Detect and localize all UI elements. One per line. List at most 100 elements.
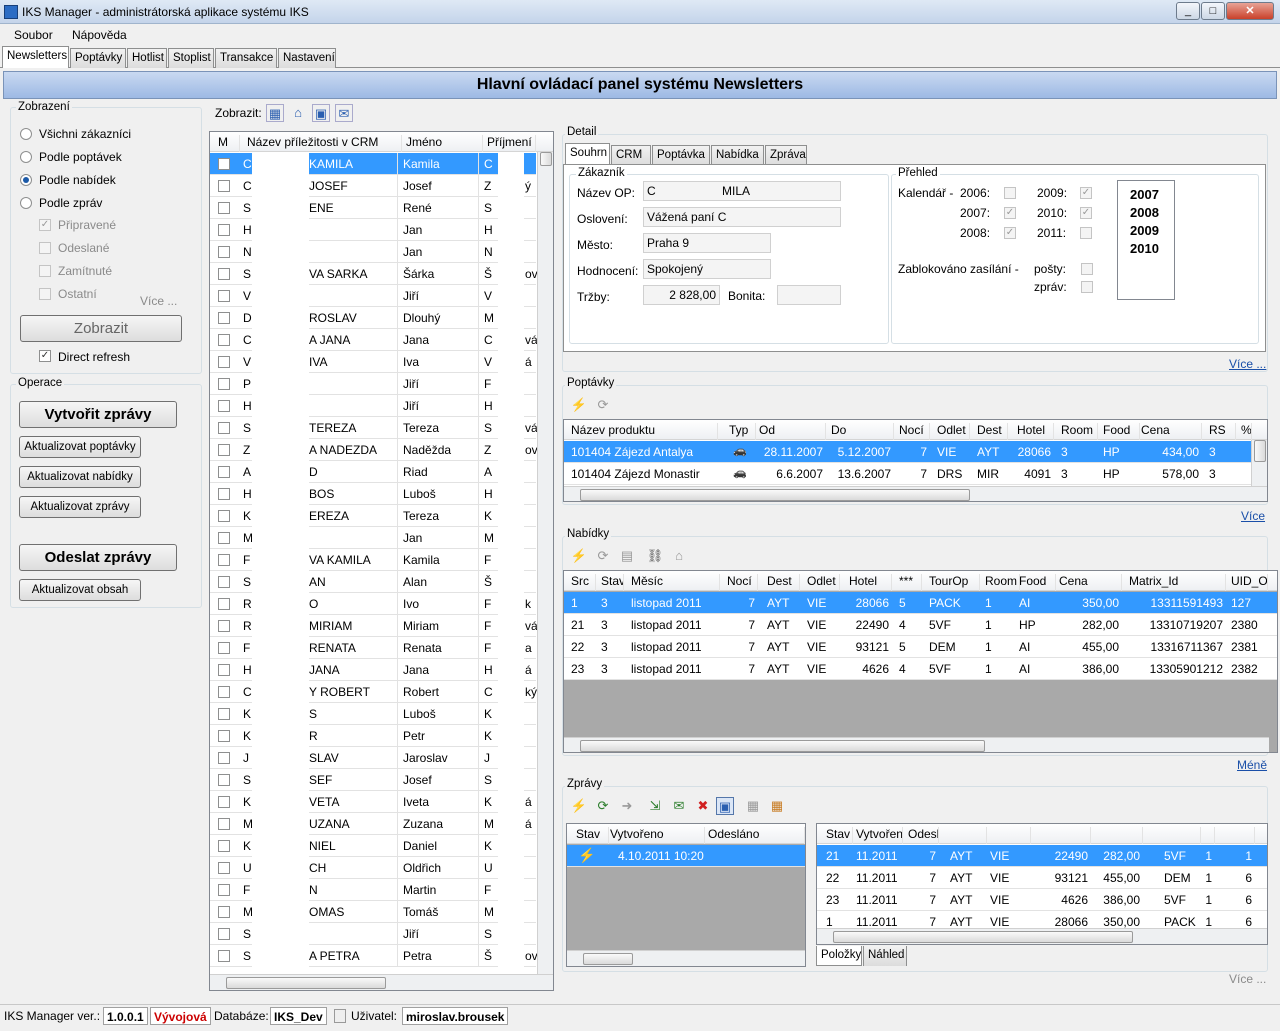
row-checkbox[interactable] bbox=[218, 290, 230, 302]
year-check[interactable] bbox=[1080, 227, 1092, 239]
poptavky-vice-link[interactable]: Více bbox=[1241, 509, 1265, 523]
row-checkbox[interactable] bbox=[218, 752, 230, 764]
row-checkbox[interactable] bbox=[218, 444, 230, 456]
row-checkbox[interactable] bbox=[218, 400, 230, 412]
table-edit-icon[interactable]: ▦ bbox=[768, 797, 786, 815]
col-header[interactable]: Room bbox=[1058, 423, 1098, 440]
radio-podle-poptavek[interactable] bbox=[20, 151, 32, 163]
customers-hscroll[interactable] bbox=[210, 974, 553, 990]
lightning-icon[interactable]: ⚡ bbox=[570, 797, 588, 815]
refresh-icon[interactable]: ⟳ bbox=[594, 797, 612, 815]
subtab-polozky[interactable]: Položky bbox=[816, 946, 862, 966]
row-checkbox[interactable] bbox=[218, 488, 230, 500]
menu-soubor[interactable]: Soubor bbox=[14, 28, 53, 42]
col-header[interactable]: Dest bbox=[974, 423, 1008, 440]
col-header[interactable]: Stav bbox=[823, 827, 853, 844]
customers-grid[interactable]: M Název příležitosti v CRM Jméno Příjmen… bbox=[209, 131, 554, 991]
data-row[interactable]: 101404 Zájezd Monastir 6.6.2007 13.6.2007 7… bbox=[564, 463, 1252, 485]
row-checkbox[interactable] bbox=[218, 642, 230, 654]
col-header[interactable]: Měsíc bbox=[628, 574, 720, 591]
row-checkbox[interactable] bbox=[218, 884, 230, 896]
row-checkbox[interactable] bbox=[218, 202, 230, 214]
nazev-op-field[interactable]: C MILA bbox=[643, 181, 841, 201]
zpravy-grid[interactable]: Stav Vytvořeno Odesláno ⚡ 4.10.2011 10:2… bbox=[566, 823, 806, 967]
send-mail-icon[interactable]: ✉ bbox=[670, 797, 688, 815]
row-checkbox[interactable] bbox=[218, 950, 230, 962]
link-icon[interactable]: ⛓ bbox=[646, 547, 664, 565]
radio-podle-nabidek[interactable] bbox=[20, 174, 32, 186]
building-icon[interactable]: ⌂ bbox=[670, 547, 688, 565]
col-header[interactable] bbox=[1077, 827, 1143, 844]
col-vytvoreno[interactable]: Vytvořeno bbox=[607, 827, 705, 844]
delete-icon[interactable]: ✖ bbox=[694, 797, 712, 815]
refresh-icon[interactable]: ⟳ bbox=[594, 547, 612, 565]
bonita-field[interactable] bbox=[777, 285, 841, 305]
nabidky-grid[interactable]: Src Stav Měsíc Nocí Dest Odlet Hotel *** TourOp R… bbox=[563, 570, 1278, 753]
row-checkbox[interactable] bbox=[218, 510, 230, 522]
year-list-item[interactable]: 2009 bbox=[1130, 223, 1159, 238]
customers-vscroll[interactable] bbox=[537, 152, 553, 976]
row-checkbox[interactable] bbox=[218, 158, 230, 170]
col-header[interactable]: Odlet bbox=[934, 423, 970, 440]
polozky-hscroll[interactable] bbox=[817, 928, 1267, 944]
row-checkbox[interactable] bbox=[218, 224, 230, 236]
row-checkbox[interactable] bbox=[218, 862, 230, 874]
row-checkbox[interactable] bbox=[218, 796, 230, 808]
check-odeslane[interactable] bbox=[39, 242, 51, 254]
year-list-item[interactable]: 2007 bbox=[1130, 187, 1159, 202]
year-check[interactable] bbox=[1004, 187, 1016, 199]
detail-tab-poptavka[interactable]: Poptávka bbox=[652, 145, 710, 165]
zpravy-vice-link[interactable]: Více ... bbox=[1229, 972, 1266, 986]
year-list-item[interactable]: 2008 bbox=[1130, 205, 1159, 220]
col-header[interactable]: Nocí bbox=[896, 423, 930, 440]
row-checkbox[interactable] bbox=[218, 532, 230, 544]
refresh-icon[interactable]: ⟳ bbox=[594, 396, 612, 414]
mesto-field[interactable]: Praha 9 bbox=[643, 233, 771, 253]
col-header[interactable] bbox=[1185, 827, 1215, 844]
zpravy-hscroll[interactable] bbox=[567, 950, 805, 966]
col-header[interactable]: % bbox=[1238, 423, 1252, 440]
row-checkbox[interactable] bbox=[218, 312, 230, 324]
row-checkbox[interactable] bbox=[218, 466, 230, 478]
hodnoceni-field[interactable]: Spokojený bbox=[643, 259, 771, 279]
col-header[interactable]: Hotel bbox=[1014, 423, 1054, 440]
col-header[interactable]: Odesláno bbox=[905, 827, 939, 844]
col-header[interactable]: UID_Of bbox=[1228, 574, 1268, 591]
row-checkbox[interactable] bbox=[218, 554, 230, 566]
col-odeslano[interactable]: Odesláno bbox=[705, 827, 805, 844]
data-row[interactable]: 101404 Zájezd Antalya 28.11.2007 5.12.2007… bbox=[564, 441, 1252, 463]
col-header[interactable] bbox=[947, 827, 987, 844]
row-checkbox[interactable] bbox=[218, 928, 230, 940]
col-header[interactable]: Do bbox=[828, 423, 894, 440]
maximize-button[interactable]: □ bbox=[1201, 2, 1225, 20]
row-checkbox[interactable] bbox=[218, 818, 230, 830]
data-row[interactable]: 1 3 listopad 2011 7 AYT VIE 28066 5 PACK 1 AI 350,0… bbox=[564, 592, 1277, 614]
trzby-field[interactable]: 2 828,00 bbox=[643, 285, 720, 305]
col-m[interactable]: M bbox=[215, 135, 240, 152]
data-row[interactable]: 21 3 listopad 2011 7 AYT VIE 22490 4 5VF 1 HP 282,0… bbox=[564, 614, 1277, 636]
col-header[interactable]: Stav bbox=[598, 574, 624, 591]
tab-hotlist[interactable]: Hotlist bbox=[127, 48, 167, 68]
detail-vice-link[interactable]: Více ... bbox=[1229, 357, 1266, 371]
lightning-icon[interactable]: ⚡ bbox=[570, 396, 588, 414]
row-checkbox[interactable] bbox=[218, 598, 230, 610]
tab-transakce[interactable]: Transakce bbox=[215, 48, 277, 68]
row-checkbox[interactable] bbox=[218, 356, 230, 368]
building-icon[interactable]: ⌂ bbox=[289, 104, 307, 122]
col-header[interactable]: Odlet bbox=[804, 574, 840, 591]
col-jmeno[interactable]: Jméno bbox=[403, 135, 483, 152]
row-checkbox[interactable] bbox=[218, 378, 230, 390]
document-icon[interactable]: ▤ bbox=[618, 547, 636, 565]
forward-icon[interactable]: ➜ bbox=[618, 797, 636, 815]
row-checkbox[interactable] bbox=[218, 576, 230, 588]
year-check[interactable]: ✓ bbox=[1004, 207, 1016, 219]
tab-poptavky[interactable]: Poptávky bbox=[70, 48, 126, 68]
col-crm[interactable]: Název příležitosti v CRM bbox=[244, 135, 402, 152]
radio-vsichni[interactable] bbox=[20, 128, 32, 140]
close-button[interactable]: ✕ bbox=[1226, 2, 1274, 20]
grid-view-icon[interactable]: ▦ bbox=[266, 104, 284, 122]
nabidky-hscroll[interactable] bbox=[564, 737, 1269, 752]
posty-check[interactable] bbox=[1081, 263, 1093, 275]
aktualizovat-nabidky-button[interactable]: Aktualizovat nabídky bbox=[19, 466, 141, 488]
zobrazit-button[interactable]: Zobrazit bbox=[20, 315, 182, 342]
